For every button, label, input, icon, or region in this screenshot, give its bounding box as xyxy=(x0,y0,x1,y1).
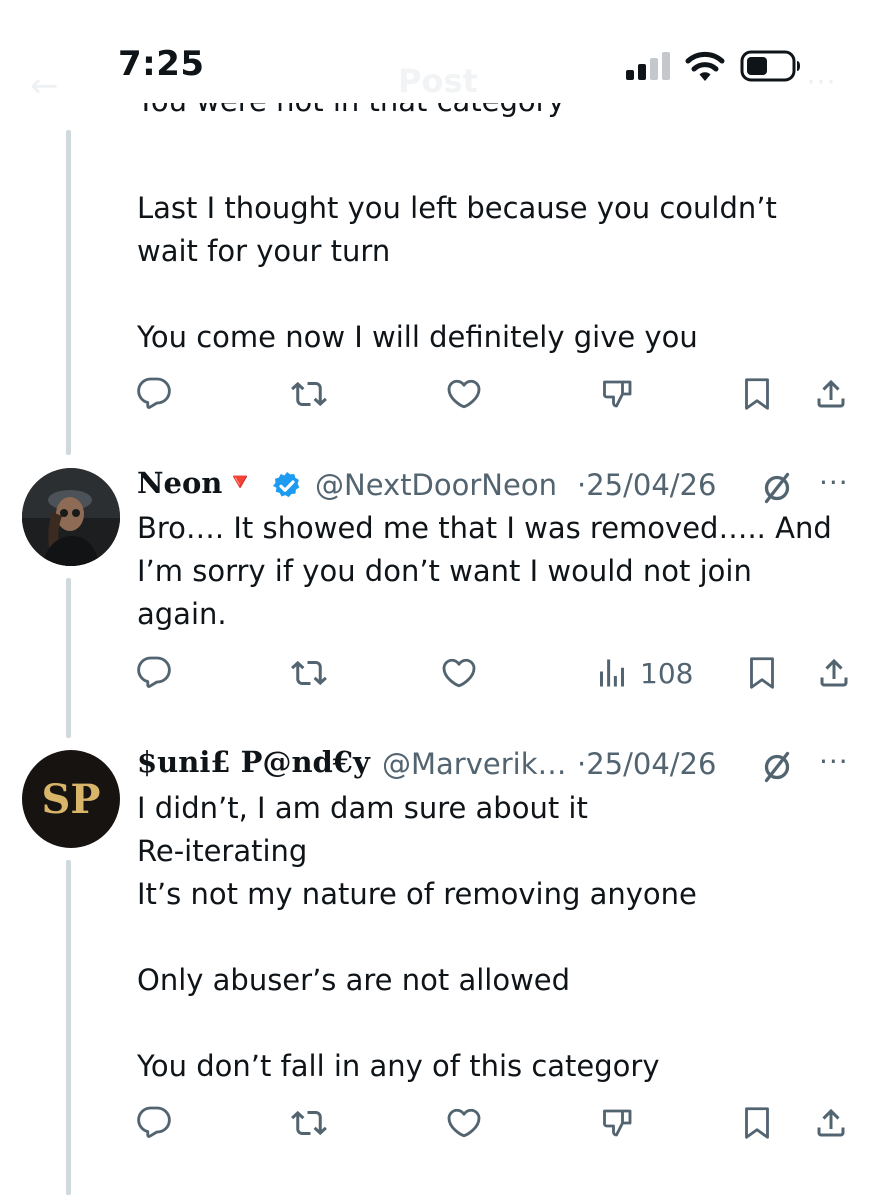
dislike-button[interactable] xyxy=(600,1105,636,1141)
reply-button[interactable] xyxy=(136,376,172,412)
bookmark-icon xyxy=(739,376,775,412)
avatar[interactable] xyxy=(22,468,120,566)
post-action-bar: 108 xyxy=(136,655,856,695)
avatar-photo-icon xyxy=(22,468,120,566)
repost-button[interactable] xyxy=(291,376,327,412)
thread-line xyxy=(66,578,71,738)
user-handle[interactable]: @NextDoorNeon xyxy=(315,468,557,502)
like-icon xyxy=(441,655,477,691)
like-icon xyxy=(446,1105,482,1141)
back-arrow-icon[interactable]: ← xyxy=(30,66,59,106)
verified-badge-icon xyxy=(273,472,300,498)
share-button[interactable] xyxy=(813,376,849,412)
like-button[interactable] xyxy=(446,376,482,412)
more-icon[interactable]: ··· xyxy=(819,745,849,778)
reply-button[interactable] xyxy=(136,1105,172,1141)
post-date[interactable]: ·25/04/26 xyxy=(577,468,716,502)
status-time: 7:25 xyxy=(118,44,205,84)
repost-icon xyxy=(291,376,327,412)
post-line: Last I thought you left because you coul… xyxy=(137,191,777,225)
post-line: wait for your turn xyxy=(137,234,391,268)
avatar[interactable]: SP xyxy=(22,750,120,848)
share-icon xyxy=(813,1105,849,1141)
post-action-bar xyxy=(136,1105,856,1145)
post-line: You come now I will definitely give you xyxy=(137,320,698,354)
views-button[interactable]: 108 xyxy=(594,655,693,691)
grok-icon[interactable] xyxy=(759,749,795,785)
repost-icon xyxy=(291,655,327,691)
share-button[interactable] xyxy=(813,1105,849,1141)
share-button[interactable] xyxy=(816,655,852,691)
display-name[interactable]: Neon xyxy=(137,466,222,500)
views-count: 108 xyxy=(640,656,694,690)
thread-line xyxy=(66,860,71,1195)
bookmark-button[interactable] xyxy=(744,655,780,691)
more-options-icon[interactable]: ⋯ xyxy=(806,64,838,99)
bookmark-icon xyxy=(739,1105,775,1141)
reply-icon xyxy=(136,1105,172,1141)
post-line: It’s not my nature of removing anyone xyxy=(137,877,697,911)
post-line: Only abuser’s are not allowed xyxy=(137,963,571,997)
post-line: Re-iterating xyxy=(137,834,308,868)
post-line: I’m sorry if you don’t want I would not … xyxy=(137,554,752,588)
bookmark-icon xyxy=(744,655,780,691)
post-action-bar xyxy=(136,376,856,416)
repost-button[interactable] xyxy=(291,655,327,691)
more-icon[interactable]: ··· xyxy=(819,466,849,499)
flag-emoji: 🔻 xyxy=(225,468,255,496)
post-line: You don’t fall in any of this category xyxy=(137,1049,660,1083)
battery-icon xyxy=(740,50,800,82)
like-button[interactable] xyxy=(446,1105,482,1141)
dislike-icon xyxy=(600,376,636,412)
like-button[interactable] xyxy=(441,655,477,691)
repost-icon xyxy=(291,1105,327,1141)
repost-button[interactable] xyxy=(291,1105,327,1141)
post-line: Bro…. It showed me that I was removed…..… xyxy=(137,511,832,545)
post-body: Last I thought you left because you coul… xyxy=(137,187,777,359)
thread-line xyxy=(66,130,71,455)
post-text-cut-line: You were not in that category xyxy=(137,103,757,137)
dislike-icon xyxy=(600,1105,636,1141)
share-icon xyxy=(813,376,849,412)
grok-icon[interactable] xyxy=(759,470,795,506)
post-date[interactable]: ·25/04/26 xyxy=(577,747,716,781)
page-title: Post xyxy=(398,62,478,100)
post-body: Bro…. It showed me that I was removed…..… xyxy=(137,507,832,636)
views-icon xyxy=(594,655,630,691)
share-icon xyxy=(816,655,852,691)
reply-icon xyxy=(136,655,172,691)
post-header: Neon 🔻 @NextDoorNeon ·25/04/26 ··· xyxy=(137,466,857,506)
bookmark-button[interactable] xyxy=(739,1105,775,1141)
bookmark-button[interactable] xyxy=(739,376,775,412)
status-bar: ← Post ⋯ 7:25 xyxy=(0,0,875,110)
post-line: again. xyxy=(137,597,227,631)
like-icon xyxy=(446,376,482,412)
post-header: $uni£ P@nd€y @Marverik… ·25/04/26 ··· xyxy=(137,745,857,785)
display-name[interactable]: $uni£ P@nd€y xyxy=(137,745,370,779)
avatar-initials: SP xyxy=(41,775,101,823)
dislike-button[interactable] xyxy=(600,376,636,412)
reply-button[interactable] xyxy=(136,655,172,691)
wifi-icon xyxy=(685,51,725,81)
signal-icon xyxy=(626,52,670,80)
reply-icon xyxy=(136,376,172,412)
post-body: I didn’t, I am dam sure about it Re-iter… xyxy=(137,787,697,1088)
post-line: I didn’t, I am dam sure about it xyxy=(137,791,588,825)
user-handle[interactable]: @Marverik… xyxy=(382,747,567,781)
